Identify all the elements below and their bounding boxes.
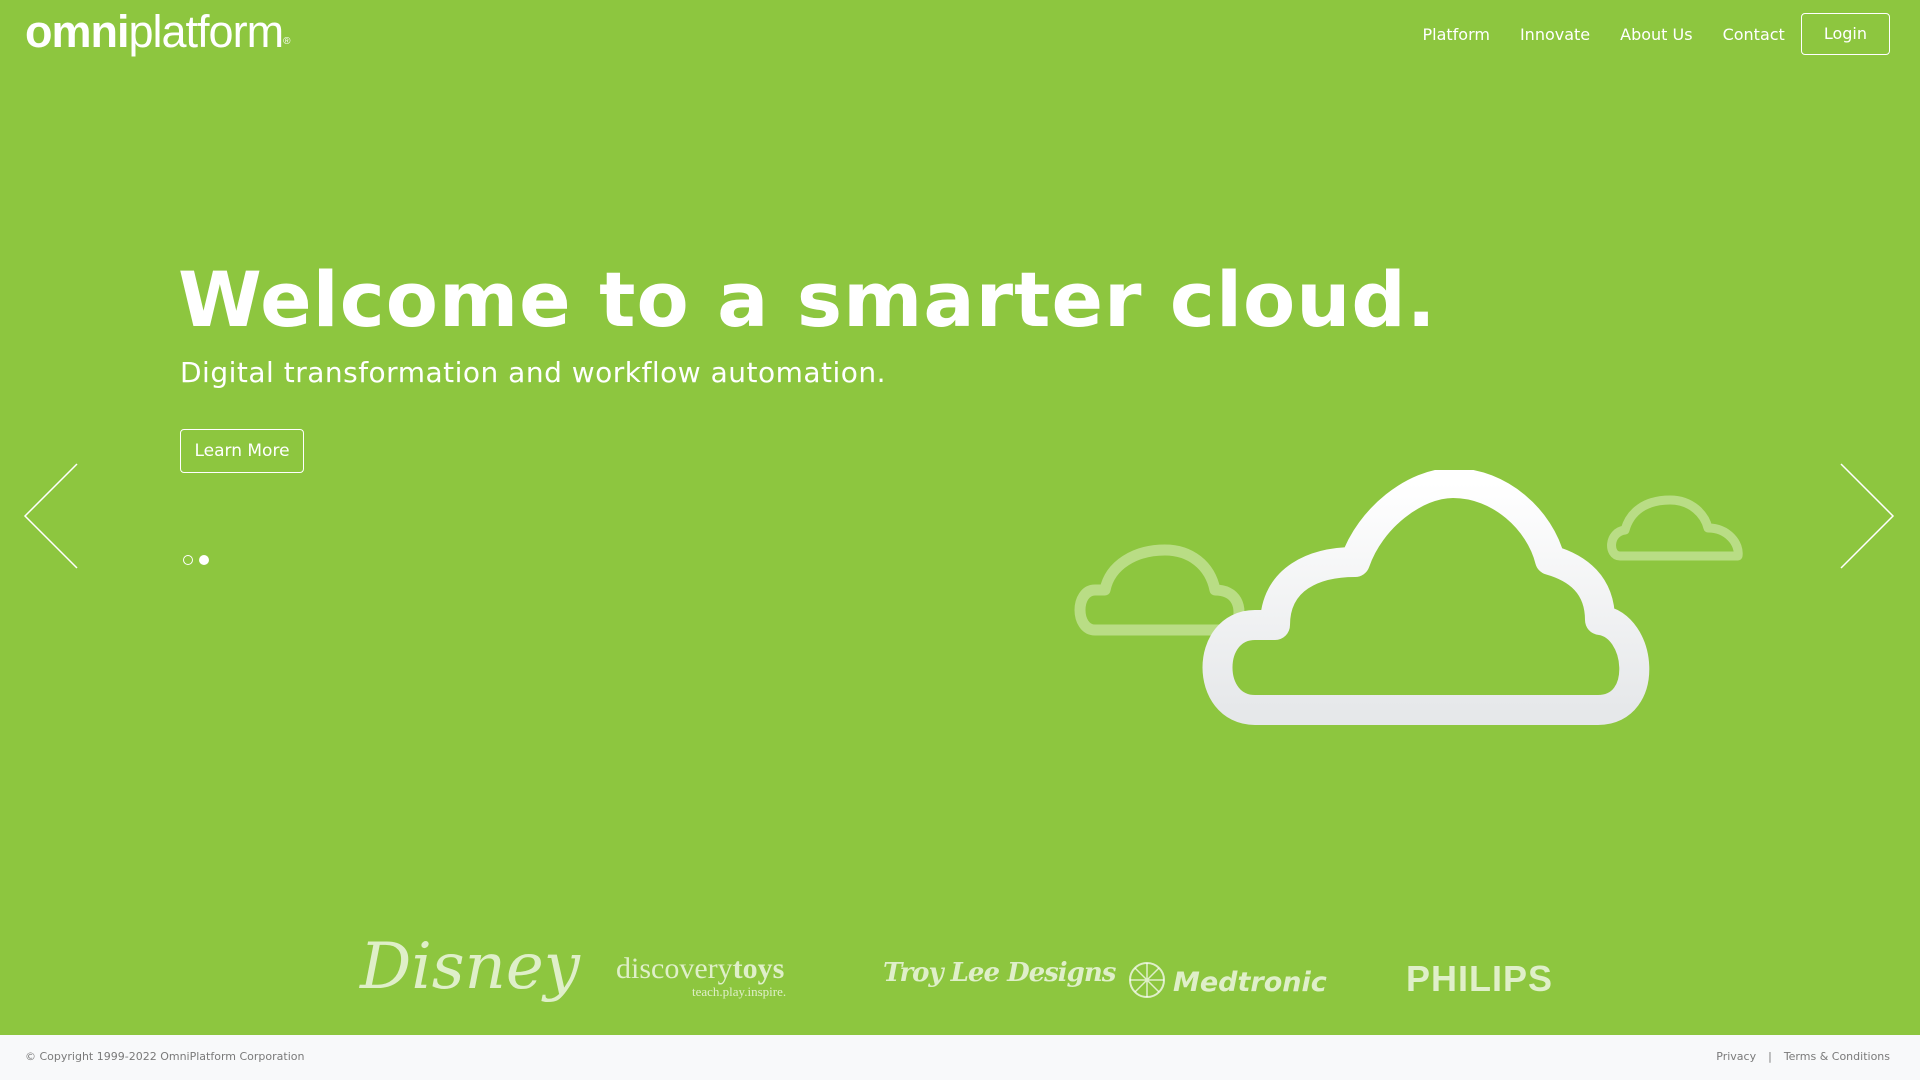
logo-text-bold: omni xyxy=(25,6,129,57)
site-logo[interactable]: omniplatform® xyxy=(25,4,291,60)
discovery-toys-logo: discoverytoys teach.play.inspire. xyxy=(616,952,786,999)
disney-logo: Disney xyxy=(360,930,580,1004)
partner-logos: Disney discoverytoys teach.play.inspire.… xyxy=(0,930,1920,1030)
cloud-small-icon xyxy=(1607,495,1743,561)
hero-title: Welcome to a smarter cloud. xyxy=(178,255,1437,344)
login-button[interactable]: Login xyxy=(1800,13,1890,55)
site-header: omniplatform® Platform Innovate About Us… xyxy=(0,0,1920,70)
hero-subtitle: Digital transformation and workflow auto… xyxy=(180,356,887,389)
slide-dot-1[interactable] xyxy=(183,555,193,565)
medtronic-emblem-icon xyxy=(1127,960,1167,1004)
logo-text-light: platform xyxy=(128,6,285,57)
site-footer: © Copyright 1999-2022 OmniPlatform Corpo… xyxy=(0,1035,1920,1080)
slide-indicators xyxy=(183,555,215,565)
nav-link-platform[interactable]: Platform xyxy=(1422,25,1489,44)
privacy-link[interactable]: Privacy xyxy=(1716,1050,1756,1063)
nav-link-about-us[interactable]: About Us xyxy=(1620,25,1692,44)
footer-separator: | xyxy=(1768,1050,1772,1063)
logo-registered-mark: ® xyxy=(283,36,290,47)
troy-lee-designs-logo: Troy Lee Designs xyxy=(883,958,1116,988)
footer-links: Privacy | Terms & Conditions xyxy=(1716,1050,1890,1063)
copyright-text: © Copyright 1999-2022 OmniPlatform Corpo… xyxy=(25,1050,305,1063)
discovery-logo-tagline: teach.play.inspire. xyxy=(692,984,787,999)
medtronic-logo: Medtronic xyxy=(1127,960,1327,1004)
cloud-illustration xyxy=(1060,468,1760,740)
slide-dot-2-active[interactable] xyxy=(199,555,209,565)
cloud-large-icon xyxy=(1202,468,1650,725)
discovery-logo-bold: toys xyxy=(732,952,785,985)
terms-link[interactable]: Terms & Conditions xyxy=(1784,1050,1890,1063)
medtronic-logo-text: Medtronic xyxy=(1173,966,1327,998)
chevron-left-icon[interactable] xyxy=(22,462,82,570)
nav-link-innovate[interactable]: Innovate xyxy=(1520,25,1590,44)
cloud-small-icon xyxy=(1074,544,1245,636)
main-nav: Platform Innovate About Us Contact Login xyxy=(1392,13,1890,55)
learn-more-button[interactable]: Learn More xyxy=(180,429,304,473)
discovery-logo-text: discovery xyxy=(616,952,733,985)
philips-logo: PHILIPS xyxy=(1406,958,1554,999)
nav-link-contact[interactable]: Contact xyxy=(1723,25,1785,44)
chevron-right-icon[interactable] xyxy=(1836,462,1896,570)
